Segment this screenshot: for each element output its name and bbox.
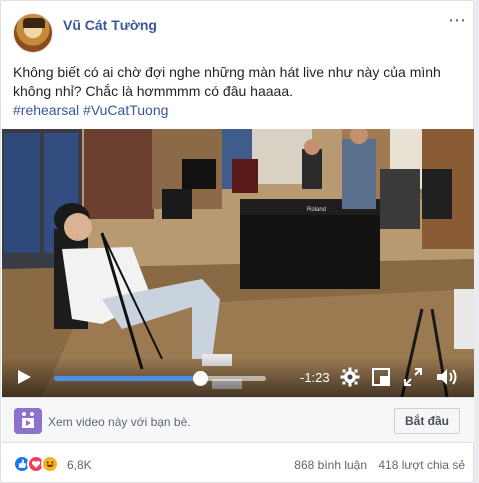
post-text: Không biết có ai chờ đợi nghe những màn … bbox=[13, 63, 465, 120]
hashtags[interactable]: #rehearsal #VuCatTuong bbox=[13, 101, 465, 120]
play-icon[interactable] bbox=[16, 369, 32, 385]
picture-in-picture-icon[interactable] bbox=[372, 368, 390, 386]
watch-party-bar: Xem video này với bạn bè. Bắt đầu bbox=[2, 397, 474, 443]
avatar[interactable] bbox=[13, 13, 53, 53]
watch-party-icon bbox=[14, 408, 42, 434]
author-name[interactable]: Vũ Cát Tường bbox=[63, 17, 157, 33]
post-text-line-1: Không biết có ai chờ đợi nghe những màn … bbox=[13, 64, 441, 80]
progress-fill bbox=[54, 376, 201, 381]
reaction-count[interactable]: 6,8K bbox=[67, 458, 92, 472]
more-options-icon[interactable]: ⋯ bbox=[448, 11, 467, 29]
progress-bar[interactable] bbox=[54, 371, 266, 386]
fullscreen-icon[interactable] bbox=[404, 368, 422, 386]
volume-icon[interactable] bbox=[436, 367, 458, 387]
share-count[interactable]: 418 lượt chia sẻ bbox=[378, 458, 465, 472]
start-button[interactable]: Bắt đầu bbox=[393, 408, 460, 434]
piano-brand-label: Roland bbox=[307, 207, 326, 213]
post-header: Vũ Cát Tường ⋯ bbox=[13, 11, 466, 55]
comment-count[interactable]: 868 bình luận bbox=[294, 458, 367, 472]
reactions-footer: 6,8K 868 bình luận 418 lượt chia sẻ bbox=[13, 453, 465, 477]
engagement-stats: 868 bình luận 418 lượt chia sẻ bbox=[294, 458, 465, 472]
video-player[interactable]: Roland -1:23 bbox=[2, 129, 474, 397]
time-remaining: -1:23 bbox=[300, 370, 330, 385]
watch-party-text: Xem video này với bạn bè. bbox=[48, 415, 191, 429]
post-text-line-2: không nhỉ? Chắc là hơmmmm có đâu haaaa. bbox=[13, 83, 293, 99]
post-card: Vũ Cát Tường ⋯ Không biết có ai chờ đợi … bbox=[0, 0, 474, 483]
progress-knob[interactable] bbox=[193, 371, 209, 386]
haha-reaction-icon[interactable] bbox=[41, 455, 59, 473]
gear-icon[interactable] bbox=[340, 367, 360, 387]
video-controls: -1:23 bbox=[2, 357, 474, 397]
